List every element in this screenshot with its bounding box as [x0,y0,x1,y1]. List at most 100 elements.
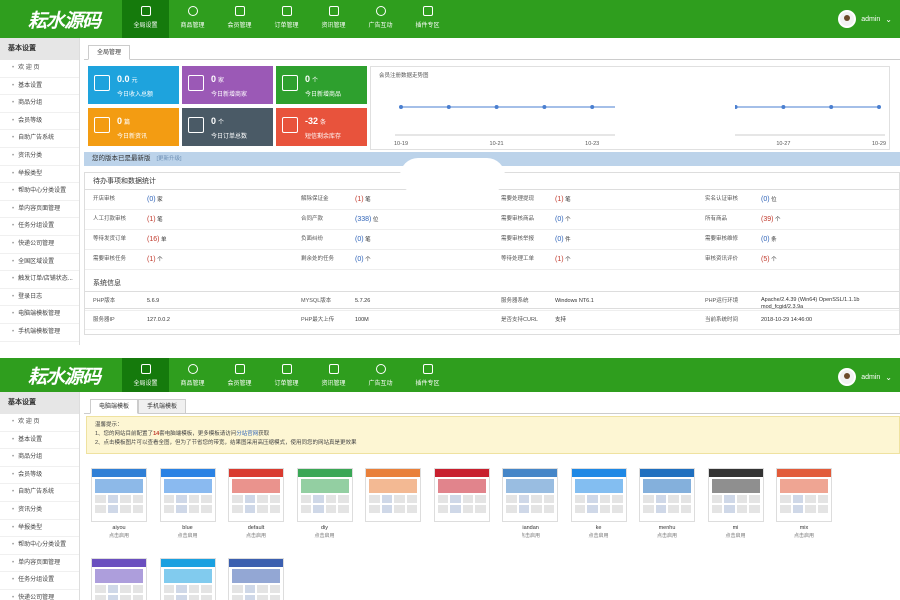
nav-item-5[interactable]: 广告互动 [357,0,404,38]
user-menu[interactable]: admin ⌄ [838,10,892,28]
sidebar-item[interactable]: 资讯分类 [0,148,79,166]
gear-icon[interactable] [375,6,386,16]
chevron-down-icon[interactable]: ⌄ [885,15,892,24]
nav-item-label[interactable]: 全局设置 [133,381,157,387]
enable-template-link[interactable]: 点击启用 [775,532,833,539]
stat-tile[interactable]: 0 个今日订单总数 [182,108,273,146]
template-card[interactable]: blue 点击启用 [159,468,217,539]
user-icon[interactable] [187,6,198,16]
template-thumbnail[interactable] [228,468,284,522]
template-thumbnail[interactable] [159,558,216,600]
calendar-icon[interactable] [328,364,339,374]
stat-count[interactable]: (0) 个 [355,250,371,270]
data-point[interactable] [590,105,595,109]
nav-item-label[interactable]: 订单管理 [274,23,298,29]
sidebar-item[interactable]: 触发订单/店铺状态... [0,271,79,289]
stat-count-number[interactable]: (16) [147,236,159,243]
sidebar-item[interactable]: 任务分组设置 [0,218,79,236]
sidebar-item[interactable]: 电脑端模板管理 [0,306,79,324]
enable-template-link[interactable]: 点击启用 [707,532,765,539]
stat-tile[interactable]: 0 家今日新增商家 [182,66,273,104]
data-point[interactable] [446,105,451,109]
nav-item-label[interactable]: 会员管理 [227,23,251,29]
data-point[interactable] [829,105,834,109]
user-icon[interactable] [187,364,198,374]
template-thumbnail[interactable] [502,468,558,522]
sidebar-item[interactable]: 欢 迎 页 [0,60,79,78]
nav-item-label[interactable]: 资讯管理 [321,23,345,29]
enable-template-link[interactable]: 点击启用 [570,532,628,539]
stat-count[interactable]: (16) 单 [147,230,167,250]
template-card[interactable] [159,558,217,600]
stat-count-number[interactable]: (0) [761,236,770,243]
template-thumbnail[interactable] [570,468,627,522]
template-thumbnail[interactable] [639,468,695,522]
nav-item-2[interactable]: 会员管理 [216,0,263,38]
stat-count[interactable]: (1) 个 [555,250,571,270]
nav-item-3[interactable]: 订单管理 [263,358,310,392]
nav-item-3[interactable]: 订单管理 [263,0,310,38]
avatar[interactable] [838,10,857,28]
data-point[interactable] [494,105,499,109]
plugin-icon[interactable] [422,6,433,16]
sidebar-item[interactable]: 任务分组设置 [0,572,79,590]
user-menu[interactable]: admin ⌄ [838,368,892,386]
data-point[interactable] [877,105,881,109]
stat-count[interactable]: (338) 位 [355,210,378,230]
nav-item-0[interactable]: 全局设置 [122,358,169,392]
official-site-link[interactable]: 分站官网 [236,431,258,437]
sidebar-item[interactable]: 会员等级 [0,467,79,485]
stat-count[interactable]: (1) 笔 [555,190,571,210]
tab-global-management[interactable]: 全局管理 [88,45,131,60]
nav-item-0[interactable]: 全局设置 [122,0,169,38]
sidebar-item[interactable]: 基本设置 [0,78,79,96]
template-card[interactable]: mi 点击启用 [707,468,765,539]
camera-icon[interactable] [281,6,292,16]
template-thumbnail[interactable] [365,468,421,522]
nav-item-label[interactable]: 插件专区 [415,23,439,29]
template-thumbnail[interactable] [776,468,832,522]
stat-tile[interactable]: 0.0 元今日收入总额 [88,66,179,104]
stat-count[interactable]: (5) 个 [761,250,777,270]
stat-count-number[interactable]: (1) [555,256,564,263]
sidebar-item[interactable]: 单内容页面管理 [0,201,79,219]
nav-item-label[interactable]: 商品管理 [180,381,204,387]
stat-count[interactable]: (0) 笔 [355,230,371,250]
stat-count[interactable]: (0) 家 [147,190,163,210]
stat-count[interactable]: (1) 个 [147,250,163,270]
site-logo[interactable]: 耘水源码 [28,6,101,33]
stat-count-number[interactable]: (1) [355,196,364,203]
camera-icon[interactable] [281,364,292,374]
nav-item-label[interactable]: 广告互动 [368,381,392,387]
template-thumbnail[interactable] [433,468,490,522]
stat-count-number[interactable]: (0) [147,196,156,203]
stat-count-number[interactable]: (0) [555,216,564,223]
update-link[interactable]: [更新升级] [157,156,182,162]
data-point[interactable] [781,105,786,109]
nav-item-2[interactable]: 会员管理 [216,358,263,392]
template-card[interactable] [227,558,285,600]
user-name[interactable]: admin [861,16,880,23]
nav-item-4[interactable]: 资讯管理 [310,0,357,38]
book-icon[interactable] [234,6,245,16]
stat-count[interactable]: (0) 件 [555,230,571,250]
stat-count-number[interactable]: (39) [761,216,773,223]
sidebar-item[interactable]: 自助广告系统 [0,484,79,502]
site-logo[interactable]: 耘水源码 [28,362,101,389]
template-thumbnail[interactable] [91,468,147,522]
user-name[interactable]: admin [861,374,880,381]
gear-icon[interactable] [375,364,386,374]
stat-count-number[interactable]: (338) [355,216,371,223]
sidebar-item[interactable]: 手机端模板管理 [0,324,79,342]
enable-template-link[interactable]: 点击启用 [227,532,285,539]
template-card[interactable]: diy 点击启用 [296,468,354,539]
sidebar-item[interactable]: 基本设置 [0,432,79,450]
enable-template-link[interactable]: 点击启用 [638,532,696,539]
nav-item-5[interactable]: 广告互动 [357,358,404,392]
nav-item-6[interactable]: 插件专区 [404,358,451,392]
stat-count[interactable]: (39) 个 [761,210,781,230]
nav-item-label[interactable]: 会员管理 [227,381,251,387]
stat-count[interactable]: (0) 个 [555,210,571,230]
grid-icon[interactable] [140,6,151,16]
template-card[interactable]: mix 点击启用 [775,468,833,539]
